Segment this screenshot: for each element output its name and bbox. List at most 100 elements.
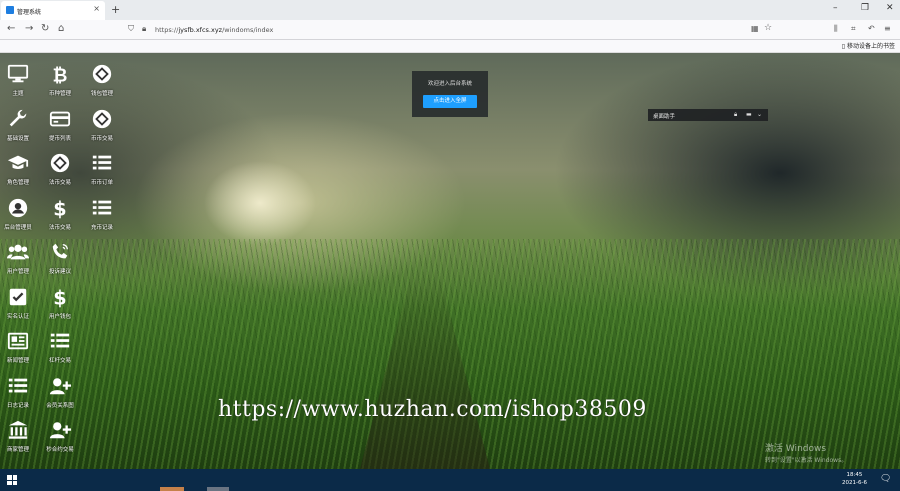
taskbar-app-button[interactable] (160, 487, 184, 491)
desktop-icon-label: 充币记录 (90, 225, 113, 231)
watermark-url: https://www.huzhan.com/ishop38509 (218, 397, 647, 422)
desktop-icon-merchants[interactable]: 商家管理 (0, 419, 38, 461)
credit-card-icon (49, 111, 71, 127)
minimize-button[interactable]: – (833, 3, 838, 13)
screenshot-icon[interactable]: ⌗ (851, 24, 856, 34)
welcome-dialog: 欢迎进入后台系统 点击进入全屏 (412, 71, 488, 117)
taskbar-app-button[interactable] (207, 487, 229, 491)
graduation-cap-icon (7, 155, 29, 169)
navigation-bar: ← → ↻ ⌂ ⛉ 🔒︎ https://jysfb.xfcs.xyz/wind… (0, 20, 900, 40)
desktop-icon-second-contract[interactable]: 秒合约交易 (40, 419, 80, 461)
mobile-bookmarks-link[interactable]: ▯ 移动设备上的书签 (842, 41, 895, 50)
desktop-icon-leverage[interactable]: 杠杆交易 (40, 330, 80, 372)
user-plus-icon (49, 422, 71, 439)
monitor-icon (7, 64, 29, 83)
reload-icon[interactable]: ↻ (41, 23, 49, 34)
desktop-icon-wallet-management[interactable]: 钱包管理 (82, 63, 122, 105)
qr-code-icon[interactable]: ▦ (751, 24, 759, 33)
fullscreen-button[interactable]: 点击进入全屏 (423, 95, 477, 108)
shield-icon[interactable]: ⛉ (128, 24, 134, 34)
svg-text:$: $ (53, 197, 66, 219)
desktop-icon-currency-management[interactable]: ₿ 币种管理 (40, 63, 80, 105)
welcome-message: 欢迎进入后台系统 (427, 81, 472, 87)
desktop-icon-label: 法币交易 (48, 180, 71, 186)
desktop-icon-label: 角色管理 (6, 180, 29, 186)
lock-icon[interactable]: 🔒︎ (142, 24, 146, 34)
url-domain: jysfb.xfcs.xyz (178, 26, 223, 34)
desktop-icon-label: 秒合约交易 (46, 447, 74, 453)
desktop-icon-label: 日志记录 (6, 403, 29, 409)
restore-button[interactable]: ❐ (861, 3, 869, 13)
desktop-icon-coin-orders[interactable]: 币币订单 (82, 152, 122, 194)
desktop-icon-label: 钱包管理 (90, 91, 113, 97)
chevron-down-icon[interactable]: ⌄ (757, 111, 762, 118)
desktop-icon-logs[interactable]: 日志记录 (0, 375, 38, 417)
desktop-icon-admin[interactable]: 后台管理员 (0, 197, 38, 239)
desktop-icon-label: 用户钱包 (48, 314, 71, 320)
undo-icon[interactable]: ↶ (868, 24, 875, 33)
list-icon (50, 333, 70, 348)
desktop-icon-user-wallet[interactable]: $ 用户钱包 (40, 286, 80, 328)
new-tab-button[interactable]: + (111, 3, 120, 16)
desktop-icon-label: 新闻管理 (6, 358, 29, 364)
minimize-icon[interactable]: ▬ (746, 111, 752, 118)
list-icon (92, 200, 112, 215)
library-icon[interactable]: ⫼ (834, 24, 838, 34)
taskbar: 18:45 2021-6-6 🗨︎ (0, 469, 900, 491)
url-prefix: https:// (155, 26, 179, 34)
helper-title: 桌面助手 (653, 114, 676, 120)
desktop-icon-label: 主题 (12, 91, 24, 97)
tab-close-icon[interactable]: × (93, 4, 100, 13)
wrench-icon (9, 109, 27, 127)
browser-tab[interactable]: 管理系统 × (1, 1, 105, 20)
desktop-icon-user-management[interactable]: 用户管理 (0, 241, 38, 283)
desktop-icon-label: 币币订单 (90, 180, 113, 186)
activation-subtitle: 转到"设置"以激活 Windows。 (765, 457, 848, 464)
desktop-icon-role-management[interactable]: 角色管理 (0, 152, 38, 194)
notification-icon[interactable]: 🗨︎ (880, 474, 891, 484)
menu-icon[interactable]: ≡ (884, 24, 891, 33)
users-icon (7, 244, 29, 260)
desktop-icon-fiat-trade-2[interactable]: $ 法币交易 (40, 197, 80, 239)
exchange-circle-icon (92, 109, 112, 129)
taskbar-clock[interactable]: 18:45 2021-6-6 (842, 471, 867, 487)
dollar-icon: $ (53, 286, 66, 308)
home-icon[interactable]: ⌂ (58, 23, 64, 34)
url-path: /windoms/index (222, 26, 274, 34)
windows-start-icon[interactable] (7, 475, 17, 485)
svg-text:₿: ₿ (53, 65, 68, 85)
activation-title: 激活 Windows (765, 444, 827, 454)
back-icon[interactable]: ← (7, 23, 15, 34)
tab-bar: 管理系统 × + – ❐ ✕ (0, 0, 900, 20)
close-button[interactable]: ✕ (886, 3, 894, 13)
desktop-icon-deposit-records[interactable]: 充币记录 (82, 197, 122, 239)
user-plus-icon (49, 378, 71, 395)
desktop-icon-label: 基础设置 (6, 136, 29, 142)
bank-icon (8, 420, 28, 439)
exchange-circle-icon (50, 153, 70, 173)
lock-icon[interactable]: 🔒︎ (734, 111, 737, 119)
clock-date: 2021-6-6 (842, 480, 867, 486)
desktop-icon-member-relations[interactable]: 会员关系图 (40, 375, 80, 417)
list-icon (92, 155, 112, 170)
dollar-icon: $ (53, 197, 66, 219)
desktop-icon-label: 用户管理 (6, 269, 29, 275)
phone-icon (52, 243, 69, 259)
bitcoin-icon: ₿ (53, 65, 68, 85)
svg-text:$: $ (53, 286, 66, 308)
star-icon[interactable]: ☆ (764, 23, 772, 33)
desktop-icon-feedback[interactable]: 投诉建议 (40, 241, 80, 283)
desktop-icon-basic-settings[interactable]: 基础设置 (0, 108, 38, 150)
clock-time: 18:45 (846, 472, 863, 478)
desktop-icon-withdraw-list[interactable]: 提币列表 (40, 108, 80, 150)
forward-icon[interactable]: → (25, 23, 33, 34)
address-bar[interactable]: https://jysfb.xfcs.xyz/windoms/index (155, 26, 273, 34)
desktop-icon-fiat-trade[interactable]: 法币交易 (40, 152, 80, 194)
desktop-icon-theme[interactable]: 主题 (0, 63, 38, 105)
desktop-icon-coin-trade[interactable]: 币币交易 (82, 108, 122, 150)
desktop-icon-label: 商家管理 (6, 447, 29, 453)
bookmark-bar: ▯ 移动设备上的书签 (0, 40, 900, 53)
desktop-icon-kyc[interactable]: 实名认证 (0, 286, 38, 328)
desktop-icon-news[interactable]: 新闻管理 (0, 330, 38, 372)
desktop-icon-label: 币种管理 (48, 91, 71, 97)
